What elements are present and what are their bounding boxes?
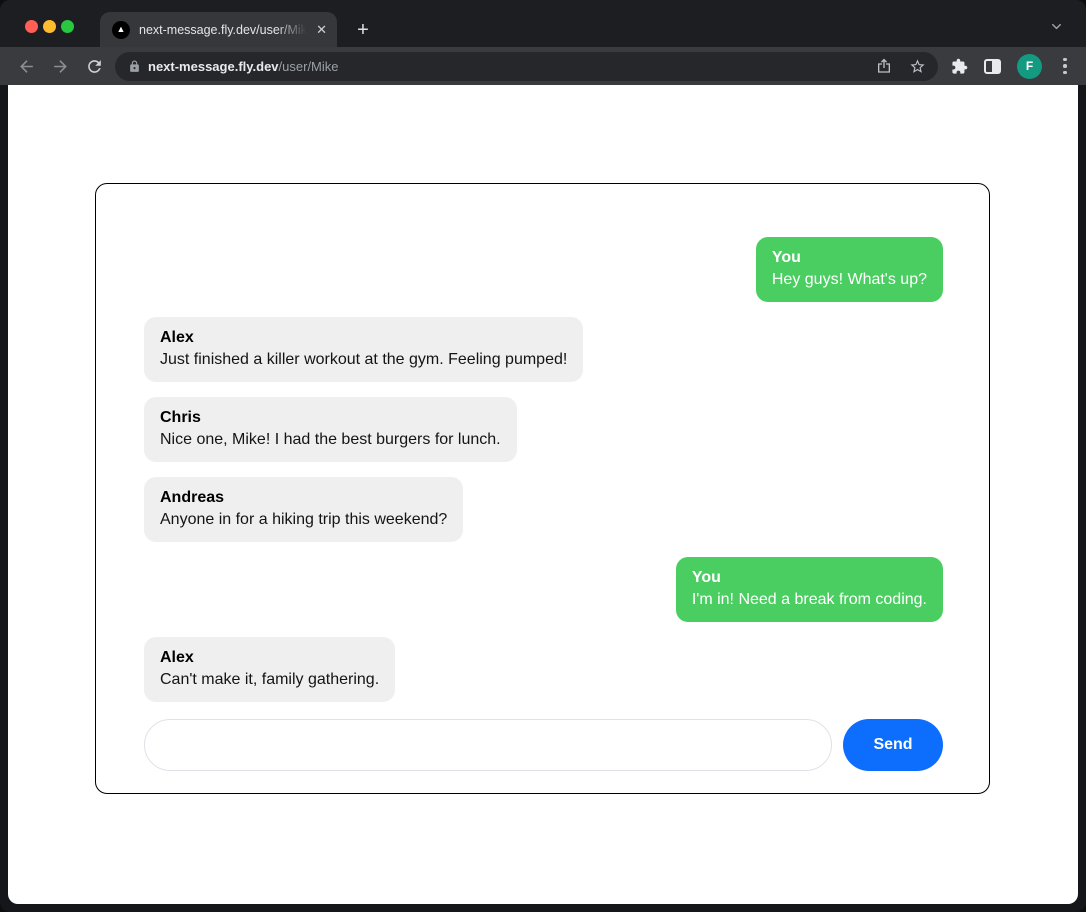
url-host: next-message.fly.dev bbox=[148, 59, 279, 74]
message-bubble-chris: Chris Nice one, Mike! I had the best bur… bbox=[144, 397, 517, 462]
site-favicon-icon: ▲ bbox=[112, 21, 130, 39]
address-bar[interactable]: next-message.fly.dev/user/Mike bbox=[115, 52, 938, 81]
close-window-button[interactable] bbox=[25, 20, 38, 33]
message-bubble-you: You I'm in! Need a break from coding. bbox=[676, 557, 943, 622]
message-text: Just finished a killer workout at the gy… bbox=[160, 349, 567, 371]
profile-avatar[interactable]: F bbox=[1017, 54, 1042, 79]
send-button[interactable]: Send bbox=[843, 719, 943, 771]
back-icon[interactable] bbox=[16, 56, 36, 76]
url-path: /user/Mike bbox=[279, 59, 339, 74]
message-text: Anyone in for a hiking trip this weekend… bbox=[160, 509, 447, 531]
message-bubble-alex: Alex Can't make it, family gathering. bbox=[144, 637, 395, 702]
browser-menu-icon[interactable] bbox=[1058, 58, 1072, 75]
message-bubble-you: You Hey guys! What's up? bbox=[756, 237, 943, 302]
message-bubble-andreas: Andreas Anyone in for a hiking trip this… bbox=[144, 477, 463, 542]
url-text: next-message.fly.dev/user/Mike bbox=[148, 59, 876, 74]
bookmark-star-icon[interactable] bbox=[909, 58, 926, 75]
lock-icon[interactable] bbox=[128, 60, 141, 73]
message-sender: You bbox=[692, 567, 927, 589]
message-sender: Chris bbox=[160, 407, 501, 429]
extensions-puzzle-icon[interactable] bbox=[951, 58, 968, 75]
forward-icon[interactable] bbox=[50, 56, 70, 76]
message-list: You Hey guys! What's up? Alex Just finis… bbox=[144, 237, 943, 702]
chat-container: You Hey guys! What's up? Alex Just finis… bbox=[95, 183, 990, 794]
message-text: Hey guys! What's up? bbox=[772, 269, 927, 291]
message-sender: Andreas bbox=[160, 487, 447, 509]
reload-icon[interactable] bbox=[84, 56, 104, 76]
message-sender: Alex bbox=[160, 327, 567, 349]
close-tab-icon[interactable]: ✕ bbox=[316, 22, 327, 38]
message-sender: Alex bbox=[160, 647, 379, 669]
message-text: Can't make it, family gathering. bbox=[160, 669, 379, 691]
tab-title: next-message.fly.dev/user/Mik bbox=[139, 23, 310, 37]
browser-toolbar: next-message.fly.dev/user/Mike F bbox=[0, 47, 1086, 85]
tab-search-chevron-icon[interactable] bbox=[1049, 19, 1064, 39]
message-bubble-alex: Alex Just finished a killer workout at t… bbox=[144, 317, 583, 382]
message-composer: Send bbox=[144, 719, 943, 771]
browser-window: ▲ next-message.fly.dev/user/Mik ✕ + next… bbox=[0, 0, 1086, 912]
side-panel-icon[interactable] bbox=[984, 59, 1001, 74]
message-sender: You bbox=[772, 247, 927, 269]
share-icon[interactable] bbox=[876, 58, 892, 74]
web-page: You Hey guys! What's up? Alex Just finis… bbox=[8, 85, 1078, 904]
message-text: I'm in! Need a break from coding. bbox=[692, 589, 927, 611]
zoom-window-button[interactable] bbox=[61, 20, 74, 33]
new-tab-button[interactable]: + bbox=[350, 17, 376, 43]
traffic-lights bbox=[25, 20, 74, 33]
toolbar-actions: F bbox=[951, 54, 1072, 79]
message-text: Nice one, Mike! I had the best burgers f… bbox=[160, 429, 501, 451]
browser-tab[interactable]: ▲ next-message.fly.dev/user/Mik ✕ bbox=[100, 12, 337, 47]
minimize-window-button[interactable] bbox=[43, 20, 56, 33]
tab-strip: ▲ next-message.fly.dev/user/Mik ✕ + bbox=[0, 0, 1086, 47]
message-input[interactable] bbox=[144, 719, 832, 771]
